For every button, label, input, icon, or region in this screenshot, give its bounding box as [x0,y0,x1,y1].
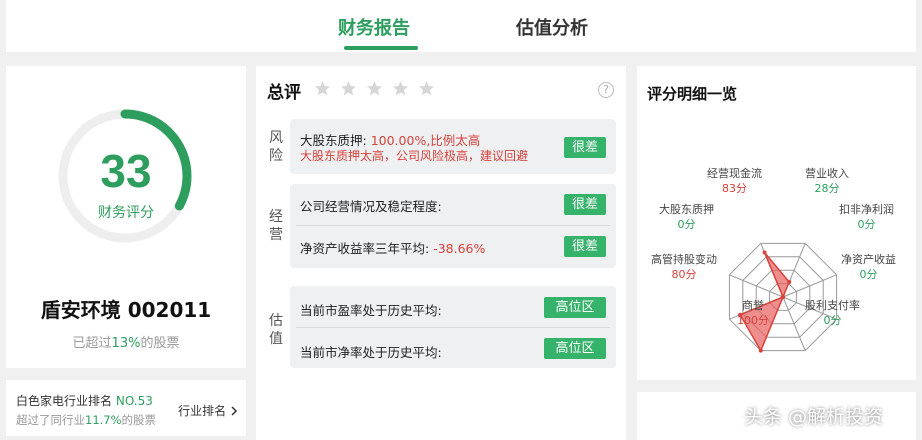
section-label-risk: 风险 [269,130,283,164]
radar-label-name: 营业收入 [805,167,849,180]
star-icon [340,81,357,96]
radar-label: 经营现金流 83分 [707,166,762,196]
active-tab-indicator [344,46,418,50]
valuation-pb-badge: 高位区 [544,338,606,359]
radar-label: 股利支付率 0分 [805,298,860,328]
score-detail-card: 评分明细一览 营业收入 28分 扣非净利润 0分 净资产收益 0分 股利支付率 0分 商誉 100… [637,66,916,380]
beat-percent: 13% [111,336,141,351]
radar-label-value: 28分 [814,182,840,195]
beat-suffix: 的股票 [140,336,180,351]
industry-beat-line: 超过了同行业11.7%的股票 [16,412,156,428]
risk-pledge-name: 大股东质押: [300,133,367,148]
radar-label: 高管持股变动 80分 [651,252,717,282]
tab-financial-report[interactable]: 财务报告 [338,14,410,40]
operation-stability-badge: 很差 [564,194,606,215]
industry-rank-card: 白色家电行业排名 NO.53 超过了同行业11.7%的股票 行业排名 [6,380,246,436]
industry-rank-button-label: 行业排名 [178,404,227,418]
radar-label: 商誉 100分 [737,298,769,328]
industry-rank-number: NO.53 [115,394,153,408]
score-label: 财务评分 [98,205,154,221]
watermark-text: 头条 @解析投资 [744,406,884,428]
rating-stars [314,80,435,97]
risk-pledge-badge: 很差 [564,137,606,158]
radar-label-value: 0分 [859,268,878,281]
tab-bar: 财务报告 估值分析 [6,0,916,52]
radar-label-name: 扣非净利润 [839,203,894,216]
radar-label-value: 0分 [677,218,696,231]
industry-beat-percent: 11.7% [85,413,122,427]
radar-label-name: 经营现金流 [707,167,762,180]
industry-beat-suffix: 的股票 [121,413,157,427]
radar-data-point [781,295,785,299]
row-divider [296,327,610,328]
star-icon [314,81,331,96]
valuation-pb-name: 当前市净率处于历史平均: [300,345,442,360]
radar-label-value: 83分 [722,182,747,195]
radar-data-point [762,250,767,255]
company-name: 盾安环境 002011 [40,298,212,322]
radar-label-name: 大股东质押 [659,203,714,216]
play-icon [724,411,740,424]
industry-rank-button[interactable]: 行业排名 [178,402,238,419]
radar-label: 营业收入 28分 [805,166,849,196]
star-icon [418,81,435,96]
chevron-right-icon [231,406,238,416]
operation-stability-name: 公司经营情况及稳定程度: [300,199,442,214]
radar-label-value: 0分 [857,218,876,231]
section-label-valuation: 估值 [269,313,283,347]
help-icon[interactable]: ? [598,82,614,98]
radar-data-point [758,348,763,353]
operation-roe-badge: 很差 [564,236,606,257]
radar-label-name: 净资产收益 [841,253,896,266]
star-icon [392,81,409,96]
overview-title: 总评 [267,83,301,103]
radar-label: 净资产收益 0分 [841,252,896,282]
radar-label-value: 100分 [737,314,769,327]
radar-label-value: 0分 [823,314,842,327]
industry-rank-line: 白色家电行业排名 NO.53 [16,392,153,409]
operation-roe-name: 净资产收益率三年平均: [300,241,430,256]
industry-rank-prefix: 白色家电行业排名 [16,394,113,408]
radar-label-value: 80分 [671,268,697,281]
radar-label-name: 股利支付率 [805,299,860,312]
radar-label-name: 高管持股变动 [651,253,717,266]
beat-percent-text: 已超过13%的股票 [6,332,246,351]
risk-pledge-note: 大股东质押太高，公司风险极高，建议回避 [300,149,529,163]
star-icon [366,81,383,96]
tab-valuation-analysis[interactable]: 估值分析 [516,14,588,40]
operation-roe-value: -38.66% [433,241,486,256]
row-divider [296,225,610,226]
industry-beat-prefix: 超过了同行业 [16,413,85,427]
beat-prefix: 已超过 [72,336,112,351]
radar-label-name: 商誉 [742,299,764,312]
section-label-operation: 经营 [269,209,283,243]
radar-label: 扣非净利润 0分 [839,202,894,232]
score-value: 33 [100,145,152,197]
valuation-pe-badge: 高位区 [544,297,606,318]
score-card: 33 财务评分 盾安环境 002011 已超过13%的股票 [6,66,246,368]
radar-data-point [787,279,792,284]
risk-pledge-value: 100.00%,比例太高 [370,133,481,148]
radar-label: 大股东质押 0分 [659,202,714,232]
operation-roe-line: 净资产收益率三年平均: -38.66% [300,238,485,257]
watermark: 头条 @解析投资 [724,402,883,429]
valuation-pe-name: 当前市盈率处于历史平均: [300,303,442,318]
